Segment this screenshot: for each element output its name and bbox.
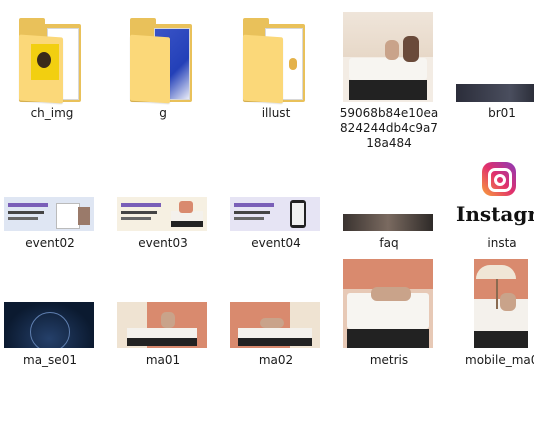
file-label: metris — [369, 353, 409, 367]
bedroom-photo-thumbnail — [343, 259, 433, 348]
event-banner-thumbnail — [117, 197, 207, 231]
file-label: illust — [261, 106, 291, 120]
banner-thumbnail — [456, 84, 534, 102]
folder-icon — [19, 18, 81, 104]
file-g[interactable]: g — [108, 0, 218, 130]
file-label: faq — [379, 236, 399, 250]
file-metris[interactable]: metris — [334, 255, 444, 375]
event-banner-thumbnail — [230, 197, 320, 231]
file-label: ma01 — [145, 353, 181, 367]
file-label: ma_se01 — [23, 353, 77, 367]
folder-icon — [130, 18, 192, 104]
file-illust[interactable]: illust — [221, 0, 331, 130]
bedroom-photo-thumbnail — [474, 259, 528, 348]
file-ch-img[interactable]: ch_img — [0, 0, 107, 130]
file-label: ch_img — [30, 106, 74, 120]
file-event03[interactable]: event03 — [108, 150, 218, 260]
file-label: ma02 — [258, 353, 294, 367]
file-59068b84[interactable]: 59068b84e10ea 824244db4c9a7 18a484 — [334, 0, 444, 160]
file-label: event04 — [251, 236, 301, 250]
file-mobile-ma01[interactable]: mobile_ma01 — [447, 255, 534, 375]
banner-thumbnail — [4, 302, 94, 348]
file-faq[interactable]: faq — [334, 150, 444, 260]
bedroom-photo-thumbnail — [343, 12, 433, 102]
file-label: br01 — [488, 106, 516, 120]
file-br01[interactable]: br01 — [447, 0, 534, 130]
file-label: g — [159, 106, 167, 120]
file-label: event02 — [25, 236, 75, 250]
bedroom-photo-thumbnail — [230, 302, 320, 348]
bedroom-photo-thumbnail — [117, 302, 207, 348]
file-ma-se01[interactable]: ma_se01 — [0, 255, 105, 375]
instagram-logo-thumbnail: Instagram — [456, 158, 534, 232]
file-event02[interactable]: event02 — [0, 150, 105, 260]
file-ma02[interactable]: ma02 — [221, 255, 331, 375]
banner-thumbnail — [343, 214, 433, 231]
file-insta[interactable]: Instagram insta — [447, 150, 534, 260]
file-label: mobile_ma01 — [465, 353, 534, 367]
event-banner-thumbnail — [4, 197, 94, 231]
file-ma01[interactable]: ma01 — [108, 255, 218, 375]
file-label: event03 — [138, 236, 188, 250]
file-event04[interactable]: event04 — [221, 150, 331, 260]
file-label: 59068b84e10ea 824244db4c9a7 18a484 — [339, 106, 439, 150]
folder-icon — [243, 18, 305, 104]
instagram-wordmark: Instagram — [456, 202, 534, 226]
file-label: insta — [487, 236, 517, 250]
